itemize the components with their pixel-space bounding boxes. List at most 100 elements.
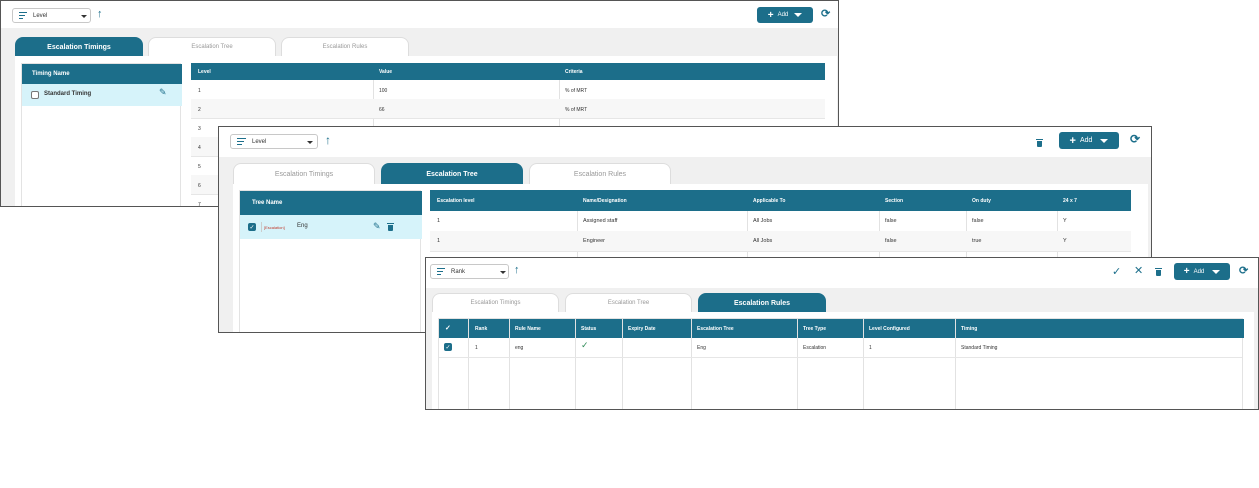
tree-list: Tree Name ✓ [Escalation] Eng ✎ bbox=[239, 190, 422, 332]
row-checkbox[interactable]: ✓ bbox=[444, 343, 452, 351]
cell-text: Value bbox=[379, 69, 393, 75]
divider bbox=[797, 319, 798, 409]
timing-checkbox[interactable] bbox=[31, 91, 39, 99]
cell-text: 1 bbox=[437, 218, 441, 224]
table-row: 1 Assigned staff All Jobs false false Y bbox=[430, 211, 1131, 232]
cell-text: All Jobs bbox=[753, 218, 773, 224]
cell-text: 5 bbox=[198, 164, 201, 170]
arrow-up-icon[interactable]: ↑ bbox=[97, 8, 103, 20]
arrow-up-icon[interactable]: ↑ bbox=[325, 133, 331, 147]
cell-text: Tree Name bbox=[252, 200, 283, 206]
cell-text: 66 bbox=[379, 107, 385, 113]
tab-escalation-tree[interactable]: Escalation Tree bbox=[565, 293, 692, 312]
sort-select[interactable]: Level bbox=[230, 134, 318, 149]
cell-text: Rank bbox=[475, 326, 488, 332]
cell-text: Tree Type bbox=[803, 326, 826, 332]
cell-text: All Jobs bbox=[753, 238, 773, 244]
sort-select[interactable]: Level bbox=[12, 8, 91, 23]
cell-text: Escalation Rules bbox=[322, 44, 368, 50]
add-label: Add bbox=[777, 12, 789, 18]
add-label: Add bbox=[1193, 268, 1205, 275]
divider bbox=[955, 319, 956, 409]
cell-text: Eng bbox=[697, 345, 706, 351]
sort-label: Level bbox=[252, 138, 267, 145]
chevron-down-icon bbox=[1100, 138, 1109, 143]
tree-checkbox[interactable]: ✓ bbox=[248, 223, 256, 231]
table-header: Level Value Criteria bbox=[191, 63, 825, 80]
cell-text: Rule Name bbox=[515, 326, 541, 332]
divider bbox=[261, 222, 262, 232]
toolbar: Level ↑ + Add ⟳ bbox=[219, 127, 1151, 157]
cell-text: Escalation bbox=[803, 345, 827, 351]
table-header: Escalation level Name/Designation Applic… bbox=[430, 190, 1131, 211]
check-icon[interactable]: ✓ bbox=[1112, 265, 1121, 278]
cell-text: Escalation Tree bbox=[191, 44, 233, 50]
tree-item[interactable]: ✓ [Escalation] Eng ✎ bbox=[240, 215, 422, 239]
cell-text: % of MRT bbox=[565, 88, 588, 94]
cell-text: Applicable To bbox=[753, 198, 786, 204]
status-check-icon: ✓ bbox=[581, 340, 589, 350]
trash-icon[interactable] bbox=[387, 223, 394, 231]
table-row[interactable]: ✓ 1 eng ✓ Eng Escalation 1 Standard Timi… bbox=[439, 338, 1242, 358]
refresh-icon[interactable]: ⟳ bbox=[1239, 264, 1248, 277]
cell-text: 1 bbox=[198, 88, 201, 94]
cell-text: Level Configured bbox=[869, 326, 910, 332]
cell-text: Assigned staff bbox=[583, 218, 618, 224]
tab-escalation-timings[interactable]: Escalation Timings bbox=[15, 37, 143, 56]
refresh-icon[interactable]: ⟳ bbox=[821, 7, 830, 20]
cell-text: true bbox=[972, 238, 982, 244]
trash-icon[interactable] bbox=[1155, 268, 1162, 276]
add-button[interactable]: + Add bbox=[1174, 263, 1230, 280]
cell-text: Escalation Timings bbox=[470, 300, 521, 306]
tab-escalation-rules[interactable]: Escalation Rules bbox=[529, 163, 671, 184]
toolbar: Level ↑ + Add ⟳ bbox=[1, 1, 838, 28]
select-all-check-icon[interactable]: ✓ bbox=[445, 324, 451, 332]
cell-text: false bbox=[972, 218, 984, 224]
timing-list: Timing Name Standard Timing ✎ bbox=[21, 63, 182, 206]
panel-escalation-rules: Rank ↑ ✓ ✕ + Add ⟳ Escalation Timings Es… bbox=[425, 257, 1259, 410]
cell-text: false bbox=[885, 218, 897, 224]
timing-item[interactable]: Standard Timing ✎ bbox=[22, 84, 182, 106]
tab-escalation-rules[interactable]: Escalation Rules bbox=[698, 293, 826, 312]
tab-escalation-timings[interactable]: Escalation Timings bbox=[233, 163, 375, 184]
close-icon[interactable]: ✕ bbox=[1134, 264, 1143, 277]
cell-text: eng bbox=[515, 345, 524, 351]
sort-lines-icon bbox=[237, 136, 246, 147]
sort-label: Level bbox=[33, 12, 48, 19]
refresh-icon[interactable]: ⟳ bbox=[1130, 132, 1140, 146]
cell-text: 1 bbox=[437, 238, 441, 244]
trash-icon[interactable] bbox=[1036, 139, 1043, 147]
add-button[interactable]: + Add bbox=[757, 7, 813, 23]
add-button[interactable]: + Add bbox=[1059, 132, 1119, 149]
tree-tag: [Escalation] bbox=[264, 225, 285, 230]
add-label: Add bbox=[1079, 137, 1093, 144]
sort-lines-icon bbox=[437, 266, 445, 277]
rules-table: ✓ Rank Rule Name Status Expiry Date Esca… bbox=[438, 318, 1244, 409]
tab-escalation-tree[interactable]: Escalation Tree bbox=[381, 163, 523, 184]
tab-escalation-timings[interactable]: Escalation Timings bbox=[432, 293, 559, 312]
divider bbox=[622, 319, 623, 409]
cell-text: Escalation Timings bbox=[47, 43, 111, 51]
arrow-up-icon[interactable]: ↑ bbox=[514, 264, 520, 276]
pencil-icon[interactable]: ✎ bbox=[373, 221, 381, 232]
tab-escalation-rules[interactable]: Escalation Rules bbox=[281, 37, 409, 56]
tab-escalation-tree[interactable]: Escalation Tree bbox=[148, 37, 276, 56]
cell-text: Level bbox=[198, 69, 211, 75]
cell-text: Status bbox=[581, 326, 597, 332]
cell-text: 3 bbox=[198, 126, 201, 132]
chevron-down-icon bbox=[794, 13, 803, 17]
cell-text: Escalation Rules bbox=[573, 170, 627, 178]
sort-select[interactable]: Rank bbox=[430, 264, 509, 279]
chevron-down-icon bbox=[1212, 269, 1221, 274]
divider bbox=[575, 319, 576, 409]
cell-text: Expiry Date bbox=[628, 326, 656, 332]
plus-icon: + bbox=[767, 9, 774, 21]
timing-list-header: Timing Name bbox=[22, 64, 182, 84]
toolbar: Rank ↑ ✓ ✕ + Add ⟳ bbox=[426, 258, 1258, 288]
chevron-down-icon bbox=[81, 15, 87, 18]
cell-text: 24 x 7 bbox=[1063, 198, 1077, 204]
divider bbox=[509, 319, 510, 409]
cell-text: Escalation Tree bbox=[426, 170, 478, 178]
pencil-icon[interactable]: ✎ bbox=[159, 87, 167, 98]
cell-text: % of MRT bbox=[565, 107, 588, 113]
